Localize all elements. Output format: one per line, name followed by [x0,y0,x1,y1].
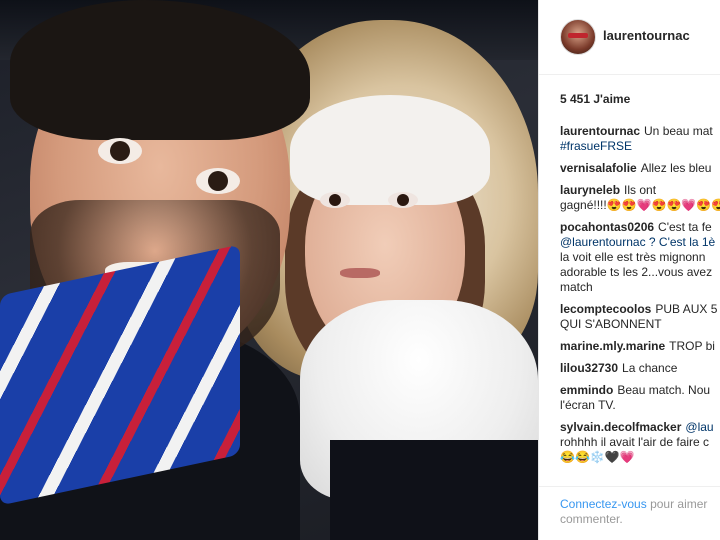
comment-item: sylvain.decolfmacker @lau rohhhh il avait … [560,420,720,465]
comment-username[interactable]: pocahontas0206 [560,220,654,234]
comment-text: La chance [622,361,678,375]
login-footer: Connectez-vous pour aimer commenter. [539,486,720,540]
comment-text: Ils ont [624,183,657,197]
post-header: laurentournac [539,0,720,75]
comment-text-line: l'écran TV. [560,398,720,413]
comment-item: laurentournac Un beau mat #frasueFRSE [560,124,720,154]
comment-text-line: match [560,280,720,295]
comment-item: emmindo Beau match. Nou l'écran TV. [560,383,720,413]
woman-left-eye [320,192,350,208]
login-prompt: Connectez-vous pour aimer commenter. [560,497,720,527]
comment-text: PUB AUX 5 [655,302,718,316]
woman-jacket [330,440,538,540]
comment-text: l'écran TV. [560,398,616,412]
comment-text-line: 😂😂❄️🖤💗 [560,450,720,465]
comment-text-line: vernisalafolie Allez les bleu [560,161,720,176]
comment-username[interactable]: vernisalafolie [560,161,637,175]
comment-text-line: lauryneleb Ils ont [560,183,720,198]
comment-text-line: lecomptecoolos PUB AUX 5 [560,302,720,317]
comment-item: lauryneleb Ils ont gagné!!!!😍😍💗😍😍💗😍😍 [560,183,720,213]
post-side-panel: laurentournac 5 451 J'aime laurentournac… [538,0,720,540]
comment-text-line: pocahontas0206 C'est ta fe [560,220,720,235]
comment-username[interactable]: marine.mly.marine [560,339,665,353]
comment-text: la voit elle est très mignonn [560,250,706,264]
avatar[interactable] [560,19,596,55]
comment-item: marine.mly.marine TROP bi [560,339,720,354]
comment-text: Allez les bleu [640,161,712,175]
comment-text-line: rohhhh il avait l'air de faire c [560,435,720,450]
comment-text: C'est ta fe [658,220,712,234]
post-username[interactable]: laurentournac [603,28,690,43]
comment-text: TROP bi [669,339,715,353]
comment-text-line: QUI S'ABONNENT [560,317,720,332]
white-beanie [290,95,490,205]
login-prompt-text: pour aimer [650,497,708,511]
comment-text: Un beau mat [644,124,713,138]
comment-text-line: lilou32730 La chance [560,361,720,376]
comment-item: vernisalafolie Allez les bleu [560,161,720,176]
man-left-eye [98,138,142,164]
comment-text-line: marine.mly.marine TROP bi [560,339,720,354]
comment-text-line: laurentournac Un beau mat [560,124,720,139]
comment-text-line: sylvain.decolfmacker @lau [560,420,720,435]
comment-username[interactable]: lilou32730 [560,361,618,375]
comment-text-line: la voit elle est très mignonn [560,250,720,265]
comment-text: QUI S'ABONNENT [560,317,662,331]
comment-text: 😂😂❄️🖤💗 [560,450,635,464]
comment-list: laurentournac Un beau mat #frasueFRSE verni… [560,124,720,472]
avatar-glasses [568,33,588,38]
comment-username[interactable]: lecomptecoolos [560,302,651,316]
comment-username[interactable]: lauryneleb [560,183,620,197]
comment-item: lilou32730 La chance [560,361,720,376]
login-prompt-text-2: commenter. [560,512,623,526]
likes-count[interactable]: 5 451 J'aime [560,92,630,106]
comment-text-line: gagné!!!!😍😍💗😍😍💗😍😍 [560,198,720,213]
woman-right-eye [388,192,418,208]
comment-item: lecomptecoolos PUB AUX 5 QUI S'ABONNENT [560,302,720,332]
comment-text: match [560,280,593,294]
comment-text: gagné!!!!😍😍💗😍😍💗😍😍 [560,198,720,212]
comment-text: @lau [685,420,714,434]
comment-text-line: adorable ts les 2...vous avez [560,265,720,280]
comment-text-line: emmindo Beau match. Nou [560,383,720,398]
comment-text: @laurentournac ? C'est la 1è [560,235,716,249]
comment-text: Beau match. Nou [617,383,711,397]
comment-text: rohhhh il avait l'air de faire c [560,435,710,449]
comment-username[interactable]: sylvain.decolfmacker [560,420,681,434]
login-link[interactable]: Connectez-vous [560,497,647,511]
man-right-eye [196,168,240,194]
woman-mouth [340,268,380,278]
comment-item: pocahontas0206 C'est ta fe @laurentournac … [560,220,720,295]
comment-username[interactable]: emmindo [560,383,613,397]
comment-text: #frasueFRSE [560,139,633,153]
post-photo [0,0,538,540]
comment-text: adorable ts les 2...vous avez [560,265,713,279]
comment-username[interactable]: laurentournac [560,124,640,138]
comment-text-line: #frasueFRSE [560,139,720,154]
comment-text-line: @laurentournac ? C'est la 1è [560,235,720,250]
